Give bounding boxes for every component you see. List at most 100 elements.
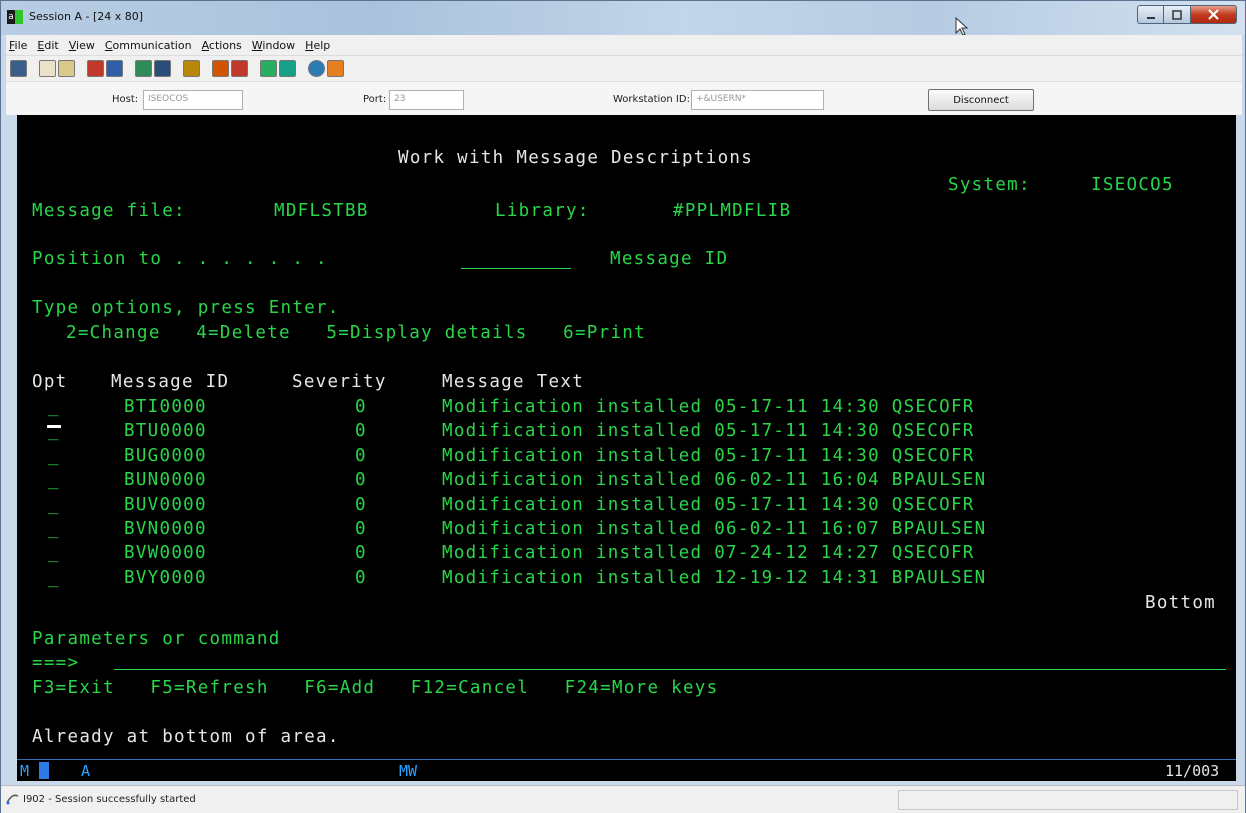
row-message-text: Modification installed 12-19-12 14:31 BP… — [442, 568, 987, 588]
color-map-icon[interactable] — [183, 60, 200, 77]
print-screen-icon[interactable] — [10, 60, 27, 77]
row-opt-input[interactable]: _ — [48, 470, 60, 491]
oia-glyph: A — [81, 762, 91, 780]
window-title: Session A - [24 x 80] — [29, 10, 144, 23]
window-controls — [1137, 5, 1237, 25]
library-value: #PPLMDFLIB — [673, 201, 792, 221]
row-severity: 0 — [355, 446, 367, 466]
edit-pencil-icon[interactable] — [327, 60, 344, 77]
workstation-field[interactable]: +&USERN* — [691, 90, 824, 110]
menu-edit[interactable]: Edit — [37, 39, 58, 52]
title-bar: a Session A - [24 x 80] — [1, 1, 1245, 36]
row-message-id: BUG0000 — [124, 446, 207, 466]
app-icon-green-block — [15, 10, 23, 24]
menu-actions[interactable]: Actions — [202, 39, 242, 52]
row-opt-input[interactable]: _ — [48, 446, 60, 467]
menu-help[interactable]: Help — [305, 39, 330, 52]
status-panel — [898, 790, 1238, 810]
receive-file-icon[interactable] — [106, 60, 123, 77]
row-opt-input[interactable]: _ — [48, 543, 60, 564]
maximize-button[interactable] — [1164, 5, 1191, 24]
menu-view[interactable]: View — [69, 39, 95, 52]
status-message: Already at bottom of area. — [32, 727, 340, 747]
oia-block-icon — [39, 762, 49, 779]
row-message-text: Modification installed 07-24-12 14:27 QS… — [442, 543, 975, 563]
status-bar: I902 - Session successfully started — [1, 785, 1245, 813]
row-opt-input[interactable]: _ — [48, 568, 60, 589]
row-severity: 0 — [355, 421, 367, 441]
mouse-pointer-icon — [955, 17, 969, 36]
screen-title: Work with Message Descriptions — [398, 148, 754, 168]
close-icon — [1208, 9, 1219, 20]
minimize-button[interactable] — [1137, 5, 1164, 24]
system-value: ISEOCO5 — [1091, 175, 1174, 195]
host-label: Host: — [112, 94, 139, 105]
monitor-icon[interactable] — [154, 60, 171, 77]
menu-window[interactable]: Window — [252, 39, 295, 52]
instructions-text: Type options, press Enter. — [32, 298, 340, 318]
app-icon-letter: a — [7, 10, 15, 24]
terminal-top-margin — [17, 115, 1236, 145]
globe-icon[interactable] — [308, 60, 325, 77]
port-label: Port: — [363, 94, 387, 105]
display-setup-icon[interactable] — [135, 60, 152, 77]
function-keys-legend: F3=Exit F5=Refresh F6=Add F12=Cancel F24… — [32, 678, 719, 698]
message-file-value: MDFLSTBB — [274, 201, 369, 221]
macro-edit-icon[interactable] — [279, 60, 296, 77]
workstation-label: Workstation ID: — [613, 94, 690, 105]
row-opt-input[interactable]: _ — [48, 421, 60, 442]
play-macro-icon[interactable] — [260, 60, 277, 77]
position-to-input[interactable] — [461, 268, 571, 269]
menu-file[interactable]: File — [9, 39, 27, 52]
row-opt-input[interactable]: _ — [48, 495, 60, 516]
maximize-icon — [1172, 9, 1182, 20]
toolbar — [6, 55, 1242, 81]
command-input[interactable] — [114, 669, 1226, 670]
stop-macro-icon[interactable] — [231, 60, 248, 77]
row-opt-input[interactable]: _ — [48, 519, 60, 540]
emulator-window: a Session A - [24 x 80] File Edit View C… — [0, 0, 1246, 813]
port-field[interactable]: 23 — [389, 90, 464, 110]
row-message-text: Modification installed 05-17-11 14:30 QS… — [442, 495, 975, 515]
minimize-icon — [1146, 16, 1155, 19]
terminal-screen[interactable]: Work with Message Descriptions System: I… — [17, 145, 1236, 759]
bottom-marker: Bottom — [1145, 593, 1217, 613]
disconnect-button[interactable]: Disconnect — [928, 89, 1034, 111]
oia-mode: MW — [399, 762, 418, 780]
row-severity: 0 — [355, 568, 367, 588]
row-message-text: Modification installed 06-02-11 16:04 BP… — [442, 470, 987, 490]
close-button[interactable] — [1191, 5, 1237, 24]
row-message-id: BVW0000 — [124, 543, 207, 563]
app-icon[interactable]: a — [7, 10, 23, 24]
record-macro-icon[interactable] — [212, 60, 229, 77]
connection-status-icon — [6, 794, 19, 805]
send-file-icon[interactable] — [87, 60, 104, 77]
menu-bar: File Edit View Communication Actions Win… — [6, 35, 1242, 55]
position-to-suffix: Message ID — [610, 249, 729, 269]
library-label: Library: — [495, 201, 590, 221]
position-to-label: Position to . . . . . . . — [32, 249, 328, 269]
menu-communication[interactable]: Communication — [105, 39, 192, 52]
host-field[interactable]: ISEOCOS — [143, 90, 243, 110]
paste-icon[interactable] — [58, 60, 75, 77]
row-opt-input[interactable]: _ — [48, 397, 60, 418]
options-legend: 2=Change 4=Delete 5=Display details 6=Pr… — [66, 323, 646, 343]
connection-bar: Host: ISEOCOS Port: 23 Workstation ID: +… — [6, 81, 1242, 115]
row-message-id: BUV0000 — [124, 495, 207, 515]
column-header-opt: Opt — [32, 372, 68, 392]
row-message-id: BVY0000 — [124, 568, 207, 588]
row-severity: 0 — [355, 470, 367, 490]
row-severity: 0 — [355, 495, 367, 515]
row-message-text: Modification installed 05-17-11 14:30 QS… — [442, 446, 975, 466]
cursor-position: 11/003 — [1165, 762, 1220, 780]
status-message: I902 - Session successfully started — [23, 794, 196, 805]
column-header-message-text: Message Text — [442, 372, 585, 392]
row-severity: 0 — [355, 397, 367, 417]
message-file-label: Message file: — [32, 201, 186, 221]
row-message-text: Modification installed 05-17-11 14:30 QS… — [442, 421, 975, 441]
row-severity: 0 — [355, 543, 367, 563]
row-message-id: BTU0000 — [124, 421, 207, 441]
row-message-id: BVN0000 — [124, 519, 207, 539]
oia-indicator: M — [20, 762, 30, 780]
copy-icon[interactable] — [39, 60, 56, 77]
